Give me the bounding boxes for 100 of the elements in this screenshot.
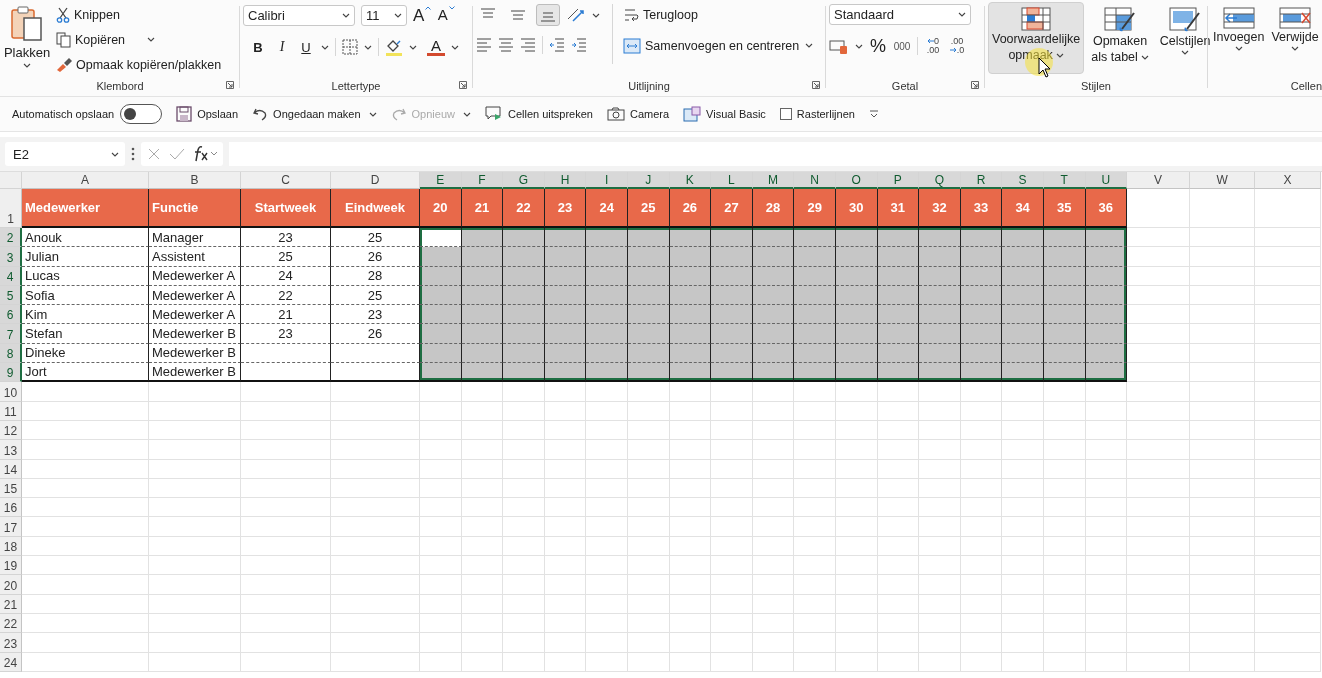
text-orientation-icon[interactable]	[566, 7, 586, 23]
row-header[interactable]: 23	[0, 633, 22, 653]
font-color-button[interactable]: A	[427, 38, 445, 56]
name-box[interactable]: E2	[5, 142, 125, 166]
font-name-field[interactable]: Calibri	[243, 4, 355, 26]
row-header[interactable]: 22	[0, 613, 22, 634]
thousands-button[interactable]: 000	[893, 35, 911, 57]
column-header[interactable]: S	[1002, 172, 1044, 189]
borders-icon[interactable]	[342, 39, 358, 55]
increase-font-button[interactable]: A	[413, 4, 432, 26]
row-header[interactable]: 10	[0, 382, 22, 402]
decrease-font-button[interactable]: A	[437, 4, 456, 26]
row-header[interactable]: 4	[0, 266, 22, 286]
increase-indent-icon[interactable]	[571, 38, 587, 52]
column-header[interactable]: X	[1255, 172, 1322, 189]
align-left-icon[interactable]	[476, 38, 492, 52]
autosave-toggle[interactable]	[120, 104, 163, 124]
caret-icon[interactable]	[364, 44, 372, 50]
row-header[interactable]: 18	[0, 536, 22, 557]
column-header[interactable]: Q	[919, 172, 961, 189]
column-header[interactable]: W	[1190, 172, 1256, 189]
toolbar-button[interactable]: Camera	[607, 107, 670, 121]
column-header[interactable]: N	[794, 172, 836, 189]
font-size-field[interactable]: 11	[361, 4, 407, 26]
merge-center-button[interactable]: Samenvoegen en centreren	[623, 35, 800, 56]
column-header[interactable]: L	[711, 172, 753, 189]
row-header[interactable]: 9	[0, 363, 22, 383]
row-header[interactable]: 12	[0, 420, 22, 441]
check-icon[interactable]	[169, 147, 185, 161]
row-header[interactable]: 14	[0, 459, 22, 479]
column-header[interactable]: U	[1085, 172, 1128, 189]
row-header[interactable]: 5	[0, 285, 22, 306]
currency-icon[interactable]	[829, 38, 849, 54]
bold-button[interactable]: B	[249, 36, 267, 58]
decrease-decimal-button[interactable]: .00 .0	[948, 35, 966, 57]
dialog-launcher-icon[interactable]	[459, 81, 467, 89]
align-right-icon[interactable]	[520, 38, 536, 52]
toolbar-button[interactable]: Cellen uitspreken	[485, 106, 593, 122]
fill-color-icon[interactable]	[385, 38, 403, 56]
dialog-launcher-icon[interactable]	[226, 81, 234, 89]
row-header[interactable]: 11	[0, 401, 22, 421]
column-header[interactable]: F	[461, 172, 504, 189]
column-header[interactable]: P	[877, 172, 920, 189]
caret-icon[interactable]	[463, 111, 471, 117]
copy-button[interactable]: Kopiëren	[56, 29, 126, 50]
italic-button[interactable]: I	[273, 36, 291, 58]
dialog-launcher-icon[interactable]	[971, 81, 979, 89]
column-header[interactable]: D	[331, 172, 420, 189]
gridlines-checkbox[interactable]: Rasterlijnen	[779, 108, 855, 120]
column-header[interactable]: R	[960, 172, 1003, 189]
number-format-field[interactable]: Standaard	[829, 4, 971, 25]
cells-button[interactable]: Verwijde	[1269, 2, 1321, 74]
percent-button[interactable]: %	[869, 35, 887, 57]
column-header[interactable]: H	[544, 172, 587, 189]
column-header[interactable]: B	[149, 172, 241, 189]
column-header[interactable]: T	[1043, 172, 1086, 189]
column-header[interactable]: O	[835, 172, 878, 189]
row-header[interactable]: 21	[0, 594, 22, 614]
row-header[interactable]: 19	[0, 556, 22, 576]
style-button[interactable]: Opmaken als tabel	[1087, 2, 1153, 74]
column-header[interactable]: I	[586, 172, 628, 189]
caret-icon[interactable]	[451, 44, 459, 50]
row-header[interactable]: 8	[0, 343, 22, 364]
cut-button[interactable]: Knippen	[56, 4, 222, 25]
caret-icon[interactable]	[805, 43, 814, 48]
row-header[interactable]: 13	[0, 440, 22, 460]
row-header[interactable]: 24	[0, 652, 22, 672]
wrap-text-button[interactable]: Terugloop	[623, 4, 814, 25]
caret-icon[interactable]	[409, 44, 417, 50]
row-header[interactable]: 6	[0, 305, 22, 325]
function-icon[interactable]	[193, 146, 219, 162]
more-icon[interactable]	[131, 147, 135, 161]
column-header[interactable]: J	[627, 172, 670, 189]
column-header[interactable]: K	[669, 172, 712, 189]
caret-icon[interactable]	[855, 43, 863, 49]
toolbar-button[interactable]: Visual Basic	[683, 106, 766, 122]
toolbar-button[interactable]: Ongedaan maken	[252, 106, 361, 122]
customize-toolbar-icon[interactable]	[868, 110, 879, 118]
increase-decimal-button[interactable]: 0 .00	[924, 35, 942, 57]
caret-icon[interactable]	[368, 111, 377, 117]
column-header[interactable]: E	[420, 172, 462, 189]
row-header[interactable]: 7	[0, 324, 22, 344]
row-header[interactable]: 2	[0, 228, 22, 248]
row-header[interactable]: 1	[0, 189, 22, 228]
row-header[interactable]: 20	[0, 575, 22, 595]
caret-icon[interactable]	[321, 44, 329, 50]
row-header[interactable]: 17	[0, 517, 22, 537]
column-header[interactable]: G	[503, 172, 545, 189]
decrease-indent-icon[interactable]	[549, 38, 565, 52]
column-header[interactable]: C	[241, 172, 331, 189]
align-center-icon[interactable]	[498, 38, 514, 52]
column-header[interactable]: A	[22, 172, 149, 189]
row-header[interactable]: 3	[0, 247, 22, 267]
caret-icon[interactable]	[147, 37, 156, 42]
row-header[interactable]: 16	[0, 498, 22, 518]
toolbar-button[interactable]: Opslaan	[176, 106, 239, 122]
column-header[interactable]: M	[752, 172, 795, 189]
column-header[interactable]: V	[1127, 172, 1191, 189]
paste-button[interactable]: Plakken	[4, 4, 50, 68]
format-painter-button[interactable]: Opmaak kopiëren/plakken	[56, 54, 222, 75]
